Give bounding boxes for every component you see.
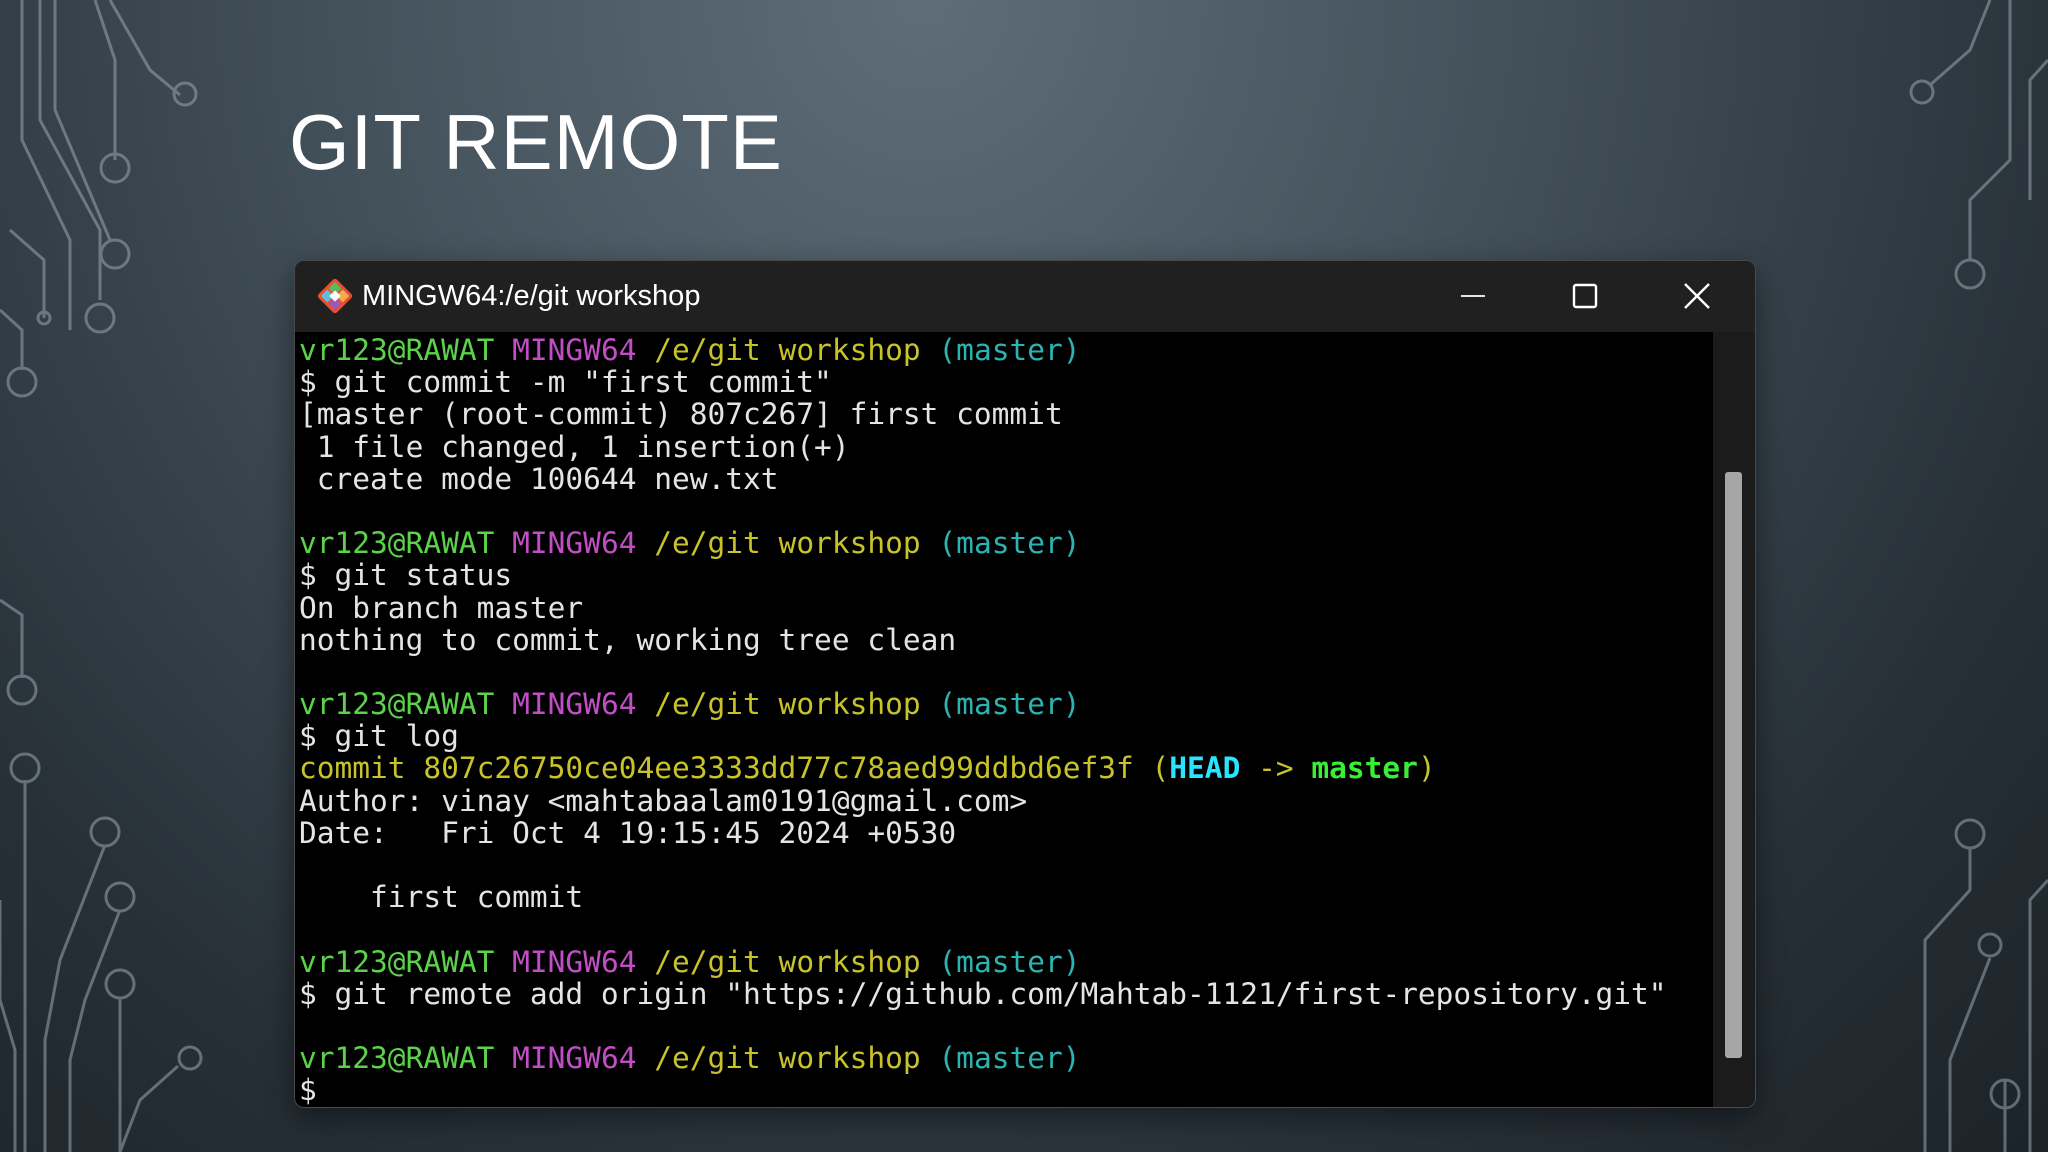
prompt-user-host: vr123@RAWAT [299, 1041, 495, 1076]
close-button[interactable] [1641, 261, 1753, 332]
prompt-shell: MINGW64 [512, 333, 637, 367]
prompt-branch: (master) [938, 526, 1081, 561]
output-line: 1 file changed, 1 insertion(+) [299, 429, 850, 464]
prompt-shell: MINGW64 [512, 944, 637, 979]
prompt-line: vr123@RAWAT MINGW64 /e/git workshop (mas… [299, 1042, 1713, 1074]
window-title: MINGW64:/e/git workshop [362, 280, 701, 312]
prompt-user-host: vr123@RAWAT [299, 944, 495, 979]
command-line: $ git status [299, 558, 513, 593]
prompt-path: /e/git workshop [654, 333, 921, 367]
prompt-branch: (master) [938, 333, 1081, 367]
log-date-line: Date: Fri Oct 4 19:15:45 2024 +0530 [299, 815, 957, 850]
prompt-branch: (master) [938, 944, 1081, 979]
terminal-window[interactable]: MINGW64:/e/git workshop vr123@RAWAT MING… [294, 260, 1756, 1108]
prompt-shell: MINGW64 [512, 526, 637, 561]
prompt-path: /e/git workshop [654, 687, 921, 722]
prompt-shell: MINGW64 [512, 1041, 637, 1076]
prompt-line: vr123@RAWAT MINGW64 /e/git workshop (mas… [299, 527, 1713, 559]
output-line: On branch master [299, 590, 584, 625]
prompt-path: /e/git workshop [654, 1041, 921, 1076]
scrollbar-track[interactable] [1713, 332, 1755, 1107]
prompt-branch: (master) [938, 1041, 1081, 1076]
input-prompt-line[interactable]: $ [299, 1074, 1713, 1106]
prompt-user-host: vr123@RAWAT [299, 333, 495, 367]
log-arrow: -> [1240, 751, 1312, 786]
prompt-line: vr123@RAWAT MINGW64 /e/git workshop (mas… [299, 688, 1713, 720]
prompt-line: vr123@RAWAT MINGW64 /e/git workshop (mas… [299, 944, 1713, 979]
log-message-line: first commit [299, 880, 584, 915]
prompt-line: vr123@RAWAT MINGW64 /e/git workshop (mas… [299, 334, 1713, 366]
prompt-shell: MINGW64 [512, 687, 637, 722]
log-author-line: Author: vinay <mahtabaalam0191@gmail.com… [299, 783, 1028, 818]
git-bash-icon [317, 278, 353, 314]
prompt-path: /e/git workshop [654, 526, 921, 561]
window-titlebar[interactable]: MINGW64:/e/git workshop [295, 261, 1755, 332]
log-master-ref: master [1311, 751, 1418, 786]
log-paren-close: ) [1417, 751, 1436, 786]
output-line: [master (root-commit) 807c267] first com… [299, 397, 1063, 432]
maximize-button[interactable] [1529, 261, 1641, 332]
prompt-path: /e/git workshop [654, 944, 921, 979]
slide-title: GIT REMOTE [289, 98, 783, 186]
prompt-user-host: vr123@RAWAT [299, 687, 495, 722]
log-paren-open: ( [1151, 751, 1170, 786]
log-head-ref: HEAD [1169, 751, 1241, 786]
log-commit-hash: commit 807c26750ce04ee3333dd77c78aed99dd… [299, 751, 1134, 786]
terminal-output[interactable]: vr123@RAWAT MINGW64 /e/git workshop (mas… [295, 332, 1713, 1107]
minimize-icon [1461, 295, 1485, 297]
output-line: create mode 100644 new.txt [299, 461, 779, 496]
command-line: $ git remote add origin "https://github.… [299, 976, 1667, 1011]
close-icon [1684, 283, 1710, 309]
output-line: nothing to commit, working tree clean [299, 622, 957, 657]
command-line: $ git commit -m "first commit" [299, 365, 832, 400]
scrollbar-thumb[interactable] [1725, 472, 1742, 1058]
minimize-button[interactable] [1417, 261, 1529, 332]
log-commit-line: commit 807c26750ce04ee3333dd77c78aed99dd… [299, 752, 1713, 784]
prompt-user-host: vr123@RAWAT [299, 526, 495, 561]
prompt-branch: (master) [938, 687, 1081, 722]
maximize-icon [1572, 283, 1598, 309]
command-line: $ git log [299, 719, 459, 754]
